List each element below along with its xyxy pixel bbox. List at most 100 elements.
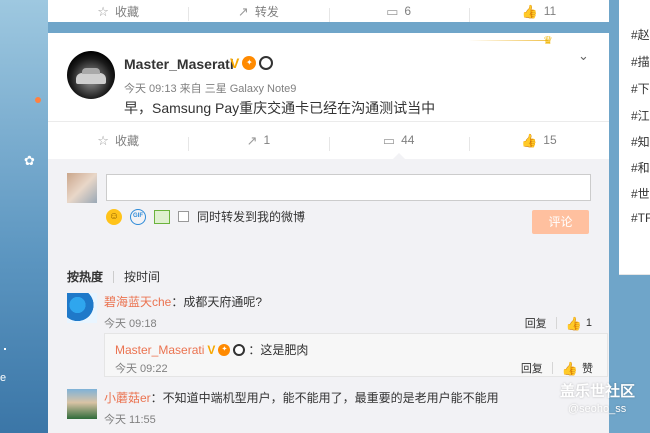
comment-icon: ▭ [382, 132, 396, 148]
repost-count: 1 [263, 133, 271, 147]
comment-item: 小蘑菇er：不知道中端机型用户，能不能用了，最重要的是老用户能不能用 今天 11… [67, 389, 592, 429]
watermark-handle: @seoho_ss [568, 403, 627, 415]
like-button[interactable]: 👍 15 [468, 132, 609, 151]
comment-section: ☺ GIF 同时转发到我的微博 评论 按热度 按时间 碧海蓝天che：成都天府通… [48, 153, 609, 433]
star-icon: ☆ [97, 3, 109, 19]
previous-post-card: ☆ 收藏 ↗ 转发 ▭ 6 👍 11 [48, 0, 609, 22]
member-badge-icon[interactable]: ✦ [242, 56, 257, 70]
watermark-title: 盖乐世社区 [560, 383, 636, 400]
reply-button[interactable]: 回复 [525, 315, 547, 331]
trending-item[interactable]: #江 [631, 107, 650, 124]
rail-label: e [0, 372, 7, 384]
panda-badge-icon [233, 343, 246, 356]
comment-time: 今天 11:55 [104, 414, 156, 426]
divider [551, 362, 553, 374]
comment-actions: 回复 👍 1 [525, 315, 592, 331]
comment-sort: 按热度 按时间 [67, 268, 160, 285]
sort-hot-tab[interactable]: 按热度 [67, 268, 103, 285]
trending-item[interactable]: #赵 [631, 26, 650, 43]
favorite-label: 收藏 [114, 4, 139, 19]
previous-post-actions: ☆ 收藏 ↗ 转发 ▭ 6 👍 11 [48, 0, 609, 22]
repost-button[interactable]: ↗ 1 [188, 132, 328, 151]
repost-icon: ↗ [237, 3, 249, 19]
reply-time: 今天 09:22 [115, 363, 168, 375]
comment-time: 今天 09:18 [104, 318, 157, 330]
reply-author-name[interactable]: Master_Maserati [115, 343, 204, 357]
trending-sidebar: #赵 #描 #下 #江 #知 #和 #世 #TF [619, 0, 650, 275]
comment-item: 碧海蓝天che：成都天府通呢? 今天 09:18 回复 👍 1 [67, 293, 592, 333]
notification-dot [35, 97, 41, 103]
comment-count: 44 [401, 133, 415, 147]
comment-body: 小蘑菇er：不知道中端机型用户，能不能用了，最重要的是老用户能不能用 [104, 389, 499, 406]
comment-text: ：成都天府通呢? [171, 295, 263, 309]
post-meta: 今天 09:13 来自 三星 Galaxy Note9 [124, 83, 297, 95]
author-avatar[interactable] [67, 51, 115, 99]
reply-header: Master_Maserati V ✦ ：这是肥肉 [115, 341, 308, 358]
like-label[interactable]: 赞 [582, 360, 593, 376]
commenter-avatar[interactable] [67, 389, 97, 419]
comment-text: ：不知道中端机型用户，能不能用了，最重要的是老用户能不能用 [150, 391, 499, 405]
post-card: ♛ ⌄ Master_Maserati V ✦ 今天 09:13 来自 三星 G… [48, 33, 609, 433]
star-icon: ☆ [97, 132, 109, 148]
repost-button[interactable]: ↗ 转发 [188, 3, 328, 21]
comment-arrow [393, 153, 405, 159]
post-actions: ☆ 收藏 ↗ 1 ▭ 44 👍 15 [48, 129, 609, 151]
left-rail: ✿ e [0, 0, 48, 433]
divider [555, 317, 557, 329]
divider [48, 121, 609, 122]
divider [113, 270, 115, 283]
gif-icon[interactable]: GIF [130, 208, 146, 225]
repost-icon: ↗ [246, 132, 258, 148]
thumbs-up-icon[interactable]: 👍 [562, 362, 578, 375]
submit-comment-button[interactable]: 评论 [532, 210, 589, 234]
trending-item[interactable]: #世 [631, 185, 650, 202]
comment-button[interactable]: ▭ 6 [328, 3, 469, 22]
composer-tools: ☺ GIF 同时转发到我的微博 [106, 208, 305, 225]
favorite-button[interactable]: ☆ 收藏 [48, 3, 188, 20]
gear-icon[interactable]: ✿ [24, 153, 35, 169]
commenter-name[interactable]: 小蘑菇er [104, 391, 151, 405]
nested-reply: Master_Maserati V ✦ ：这是肥肉 今天 09:22 回复 👍 … [104, 333, 608, 377]
thumbs-up-icon: 👍 [521, 132, 538, 148]
post-text: 早，Samsung Pay重庆交通卡已经在沟通测试当中 [124, 100, 436, 116]
member-badge-icon: ✦ [218, 343, 231, 356]
trending-item[interactable]: #TF [631, 211, 650, 225]
sort-time-tab[interactable]: 按时间 [124, 268, 160, 285]
thumbs-up-icon[interactable]: 👍 [566, 317, 582, 330]
reply-actions: 回复 👍 赞 [521, 360, 593, 376]
chevron-down-icon[interactable]: ⌄ [578, 48, 589, 64]
comment-icon: ▭ [386, 3, 399, 19]
image-icon[interactable] [154, 209, 170, 224]
commenter-name[interactable]: 碧海蓝天che [104, 295, 171, 309]
reply-button[interactable]: 回复 [521, 360, 543, 376]
comment-input[interactable] [106, 174, 591, 201]
vip-decoration [468, 40, 548, 41]
favorite-button[interactable]: ☆ 收藏 [48, 132, 188, 149]
author-badges: V ✦ [230, 55, 274, 71]
sync-repost-checkbox[interactable] [178, 211, 189, 222]
like-button[interactable]: 👍 11 [468, 3, 609, 22]
thumbs-up-icon: 👍 [521, 3, 538, 19]
my-avatar[interactable] [67, 173, 97, 203]
author-name[interactable]: Master_Maserati [124, 56, 234, 72]
favorite-label: 收藏 [114, 133, 139, 148]
repost-label: 转发 [254, 4, 279, 19]
verified-icon: V [207, 342, 216, 357]
emoji-icon[interactable]: ☺ [106, 208, 122, 225]
trending-item[interactable]: #和 [631, 159, 650, 176]
sync-repost-label: 同时转发到我的微博 [197, 210, 306, 224]
panda-badge-icon[interactable] [259, 56, 274, 70]
trending-item[interactable]: #知 [631, 133, 650, 150]
commenter-avatar[interactable] [67, 293, 97, 323]
comment-button[interactable]: ▭ 44 [328, 132, 469, 151]
comment-body: 碧海蓝天che：成都天府通呢? [104, 293, 262, 310]
trending-item[interactable]: #下 [631, 80, 650, 97]
like-count: 11 [543, 4, 557, 18]
rail-dot [4, 348, 6, 350]
crown-icon: ♛ [543, 35, 553, 47]
trending-item[interactable]: #描 [631, 53, 650, 70]
verified-icon: V [230, 55, 240, 71]
reply-text: ：这是肥肉 [248, 343, 309, 357]
car-icon [76, 68, 106, 84]
comment-like-count: 1 [585, 317, 592, 329]
